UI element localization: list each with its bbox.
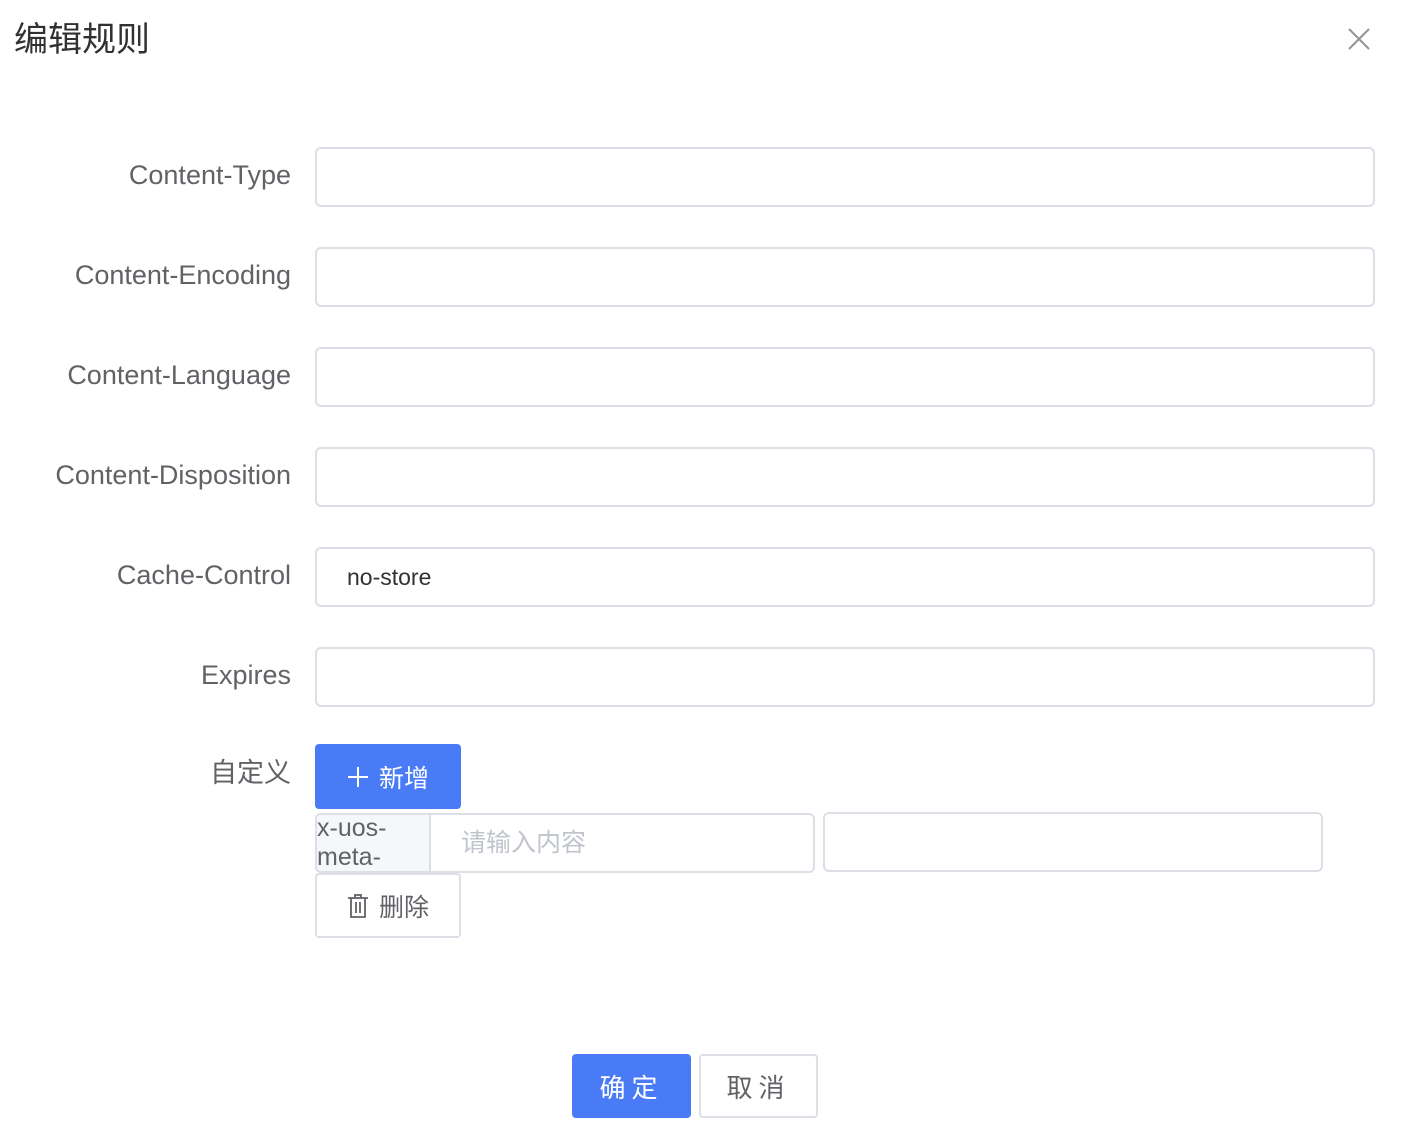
delete-button[interactable]: 删除 — [315, 873, 461, 938]
content-type-label: Content-Type — [128, 160, 291, 190]
trash-icon — [347, 893, 368, 918]
add-button-label: 新增 — [378, 764, 429, 793]
meta-prefix: x-uos-meta- — [317, 815, 431, 871]
form-row-custom: 自定义 — [0, 745, 1406, 805]
dialog-title: 编辑规则 — [14, 21, 150, 59]
form-row-content-disposition: Content-Disposition — [0, 447, 1406, 507]
form-row-content-encoding: Content-Encoding — [0, 247, 1406, 307]
content-disposition-label: Content-Disposition — [55, 460, 291, 490]
custom-key-group: x-uos-meta- — [315, 813, 815, 873]
cancel-button[interactable]: 取消 — [699, 1054, 818, 1118]
content-language-label: Content-Language — [67, 360, 291, 390]
plus-icon — [347, 766, 368, 787]
custom-label: 自定义 — [210, 758, 291, 788]
confirm-button[interactable]: 确定 — [572, 1054, 691, 1118]
expires-label: Expires — [200, 660, 291, 690]
form-row-expires: Expires — [0, 647, 1406, 707]
content-encoding-label: Content-Encoding — [74, 260, 291, 290]
cache-control-label: Cache-Control — [116, 560, 291, 590]
custom-key-input[interactable] — [431, 815, 813, 871]
content-type-input[interactable] — [315, 147, 1375, 207]
form-row-content-type: Content-Type — [0, 147, 1406, 207]
close-button[interactable] — [1340, 20, 1378, 58]
custom-value-input[interactable] — [823, 812, 1323, 872]
content-disposition-input[interactable] — [315, 447, 1375, 507]
form-row-cache-control: Cache-Control — [0, 547, 1406, 607]
content-encoding-input[interactable] — [315, 247, 1375, 307]
delete-button-label: 删除 — [378, 893, 429, 922]
cache-control-input[interactable] — [315, 547, 1375, 607]
add-button[interactable]: 新增 — [315, 744, 461, 809]
expires-input[interactable] — [315, 647, 1375, 707]
close-icon — [1348, 28, 1370, 50]
form-row-content-language: Content-Language — [0, 347, 1406, 407]
content-language-input[interactable] — [315, 347, 1375, 407]
edit-rule-dialog: 编辑规则 Content-Type Content-Encoding Conte… — [0, 0, 1406, 1140]
